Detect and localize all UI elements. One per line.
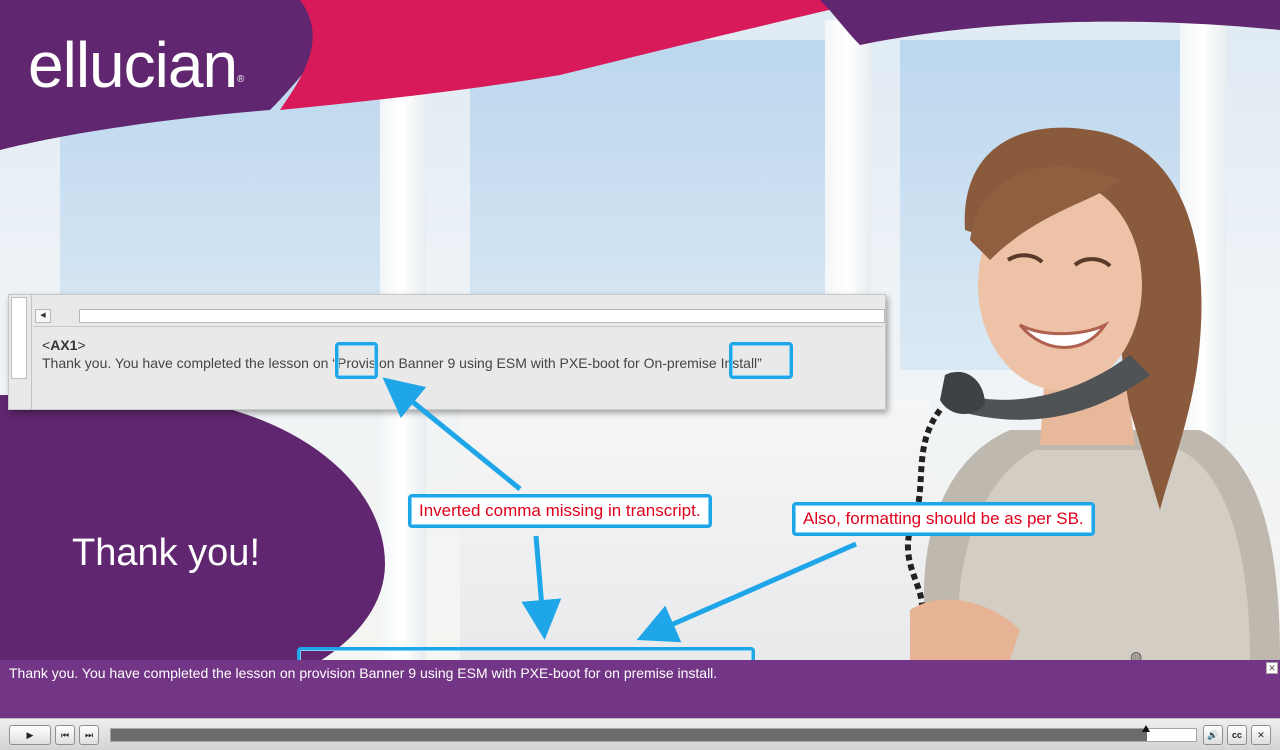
horizontal-scrollbar[interactable]: ◀ bbox=[35, 309, 885, 323]
play-button[interactable]: ▶ bbox=[9, 725, 51, 745]
highlight-box-quote-close bbox=[729, 342, 793, 379]
transcript-text: Thank you. You have completed the lesson… bbox=[42, 355, 762, 371]
transcript-id: <AX1> bbox=[42, 337, 86, 353]
vertical-scrollbar[interactable] bbox=[11, 297, 27, 379]
progress-knob[interactable] bbox=[1142, 725, 1151, 732]
progress-fill bbox=[111, 729, 1148, 741]
ellucian-logo: ellucian® bbox=[28, 28, 244, 102]
woman-on-phone-image bbox=[905, 127, 1280, 660]
scroll-track[interactable] bbox=[79, 309, 885, 323]
closed-caption-bar: Thank you. You have completed the lesson… bbox=[0, 660, 1280, 718]
logo-wordmark: ellucian bbox=[28, 29, 238, 101]
scroll-left-icon[interactable]: ◀ bbox=[35, 309, 51, 323]
annotation-callout-formatting: Also, formatting should be as per SB. bbox=[792, 502, 1095, 536]
annotation-callout-inverted-comma: Inverted comma missing in transcript. bbox=[408, 494, 712, 528]
player-controls: ▶ ⏮ ⏭ 🔊 cc ✕ bbox=[0, 718, 1280, 750]
rewind-button[interactable]: ⏮ bbox=[55, 725, 75, 745]
caption-text: Thank you. You have completed the lesson… bbox=[9, 665, 718, 681]
volume-button[interactable]: 🔊 bbox=[1203, 725, 1223, 745]
panel-divider bbox=[31, 295, 32, 409]
panel-rule bbox=[33, 326, 883, 327]
globe-icon: ◍ bbox=[1130, 648, 1143, 660]
highlight-box-quote-open bbox=[335, 342, 378, 379]
forward-button[interactable]: ⏭ bbox=[79, 725, 99, 745]
close-player-button[interactable]: ✕ bbox=[1251, 725, 1271, 745]
progress-bar[interactable] bbox=[110, 728, 1197, 742]
caption-close-icon[interactable]: ✕ bbox=[1266, 662, 1278, 674]
closed-caption-button[interactable]: cc bbox=[1227, 725, 1247, 745]
slide-heading: Thank you! bbox=[72, 532, 260, 574]
registered-mark: ® bbox=[237, 74, 244, 85]
